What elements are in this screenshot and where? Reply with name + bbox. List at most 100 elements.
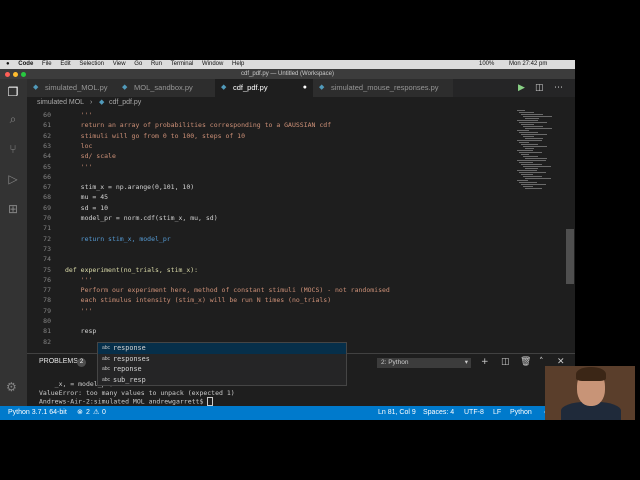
code-line[interactable]: sd = 10 [65,203,108,213]
tab-mol-sandbox[interactable]: ◆ MOL_sandbox.py [116,79,215,97]
macos-menubar: ● Code File Edit Selection View Go Run T… [0,60,575,69]
problems-count-badge: 2 [77,358,86,367]
tab-simulated-mouse-responses[interactable]: ◆ simulated_mouse_responses.py [313,79,453,97]
code-line[interactable]: Perform our experiment here, method of c… [65,285,390,295]
code-line[interactable]: ''' [65,162,93,172]
search-icon[interactable]: ⌕ [6,112,20,126]
tab-label: simulated_MOL.py [45,83,108,92]
extensions-icon[interactable]: ⊞ [6,202,20,216]
menu-window[interactable]: Window [202,60,223,69]
run-icon[interactable]: ▷ [6,172,20,186]
end-of-line[interactable]: LF [493,406,501,420]
minimap-line [523,166,551,167]
code-line[interactable]: loc [65,141,93,151]
suggestion-label: responses [113,354,150,363]
close-window-button[interactable] [5,72,10,77]
error-count[interactable]: 2 [86,406,90,420]
line-number: 82 [43,337,51,346]
settings-icon[interactable]: ⚙ [6,380,17,394]
warning-count[interactable]: 0 [102,406,106,420]
minimap-line [519,122,547,123]
trash-icon[interactable]: 🗑 [520,356,531,368]
menu-go[interactable]: Go [134,60,142,69]
menu-app[interactable]: Code [18,60,33,69]
split-terminal-icon[interactable]: ◫ [501,356,510,368]
run-file-icon[interactable]: ▶ [518,82,525,94]
explorer-icon[interactable]: ❐ [6,85,20,99]
language-mode[interactable]: Python [510,406,532,420]
battery-status[interactable]: 100% [479,60,494,69]
suggestion-item[interactable]: abc sub_resp [98,375,346,386]
code-line[interactable]: resp [65,326,97,336]
editor-scrollbar[interactable] [566,229,574,284]
line-number: 77 [43,286,51,295]
menu-help[interactable]: Help [232,60,244,69]
minimap[interactable] [517,110,565,190]
code-line[interactable]: return an array of probabilities corresp… [65,120,331,130]
minimize-window-button[interactable] [13,72,18,77]
code-line[interactable]: ''' [65,110,93,120]
line-number: 64 [43,152,51,161]
window-title: cdf_pdf.py — Untitled (Workspace) [241,71,334,77]
code-line[interactable]: return stim_x, model_pr [65,234,171,244]
menu-view[interactable]: View [113,60,126,69]
chevron-up-icon[interactable]: ˄ [539,356,544,368]
terminal-prompt[interactable]: Andrews-Air-2:simulated MOL andrewgarret… [39,397,214,406]
tab-problems[interactable]: PROBLEMS [39,357,78,367]
line-number: 65 [43,162,51,171]
minimap-line [521,164,542,165]
minimap-line [525,138,543,139]
minimap-line [521,114,543,115]
tab-simulated-mol[interactable]: ◆ simulated_MOL.py [27,79,116,97]
code-line[interactable]: model_pr = norm.cdf(stim_x, mu, sd) [65,213,218,223]
code-line[interactable]: def experiment(no_trials, stim_x): [65,265,198,275]
menu-file[interactable]: File [42,60,52,69]
breadcrumb-folder[interactable]: simulated MOL [37,97,84,109]
code-line[interactable]: each stimulus intensity (stim_x) will be… [65,295,331,305]
code-line[interactable]: sd/ scale [65,151,116,161]
status-bar: Python 3.7.1 64-bit ⊗ 2 ⚠ 0 Ln 81, Col 9… [0,406,575,420]
split-editor-icon[interactable]: ◫ [535,82,544,94]
line-number: 81 [43,327,51,336]
maximize-window-button[interactable] [21,72,26,77]
unsaved-dot-icon[interactable]: ● [303,79,307,97]
suggestion-item[interactable]: abc response [98,343,346,354]
code-line[interactable]: ''' [65,275,93,285]
vscode-screen: ● Code File Edit Selection View Go Run T… [0,60,575,420]
menu-run[interactable]: Run [151,60,162,69]
line-number: 61 [43,121,51,130]
more-actions-icon[interactable]: ⋯ [554,82,563,94]
source-control-icon[interactable]: ⑂ [6,142,20,156]
chevron-down-icon: ▾ [464,359,468,366]
suggestion-item[interactable]: abc reponse [98,364,346,375]
line-number: 73 [43,244,51,253]
menu-selection[interactable]: Selection [79,60,104,69]
warning-icon[interactable]: ⚠ [93,406,99,420]
cursor-position[interactable]: Ln 81, Col 9 [378,406,416,420]
suggestion-item[interactable]: abc responses [98,354,346,365]
terminal-line: ValueError: too many values to unpack (e… [39,388,235,397]
plus-icon[interactable]: + [481,356,489,368]
menu-edit[interactable]: Edit [60,60,70,69]
apple-icon[interactable]: ● [6,60,10,69]
indentation[interactable]: Spaces: 4 [423,406,454,420]
code-line[interactable]: stim_x = np.arange(0,101, 10) [65,182,195,192]
clock[interactable]: Mon 27:42 pm [509,60,547,69]
minimap-line [517,160,546,161]
python-file-icon: ◆ [33,84,39,91]
code-line[interactable]: stimuli will go from 0 to 100, steps of … [65,131,245,141]
line-number: 67 [43,183,51,192]
python-interpreter[interactable]: Python 3.7.1 64-bit [8,406,67,420]
encoding[interactable]: UTF-8 [464,406,484,420]
tab-cdf-pdf[interactable]: ◆ cdf_pdf.py ● [215,79,313,97]
minimap-line [521,174,533,175]
text-kind-icon: abc [102,345,111,351]
minimap-line [525,118,539,119]
code-line[interactable]: mu = 45 [65,192,108,202]
minimap-line [521,144,538,145]
terminal-select[interactable]: 2: Python ▾ [377,358,471,368]
breadcrumb-file[interactable]: cdf_pdf.py [109,97,141,109]
code-line[interactable]: ''' [65,306,93,316]
menu-terminal[interactable]: Terminal [171,60,194,69]
error-icon[interactable]: ⊗ [77,406,83,420]
